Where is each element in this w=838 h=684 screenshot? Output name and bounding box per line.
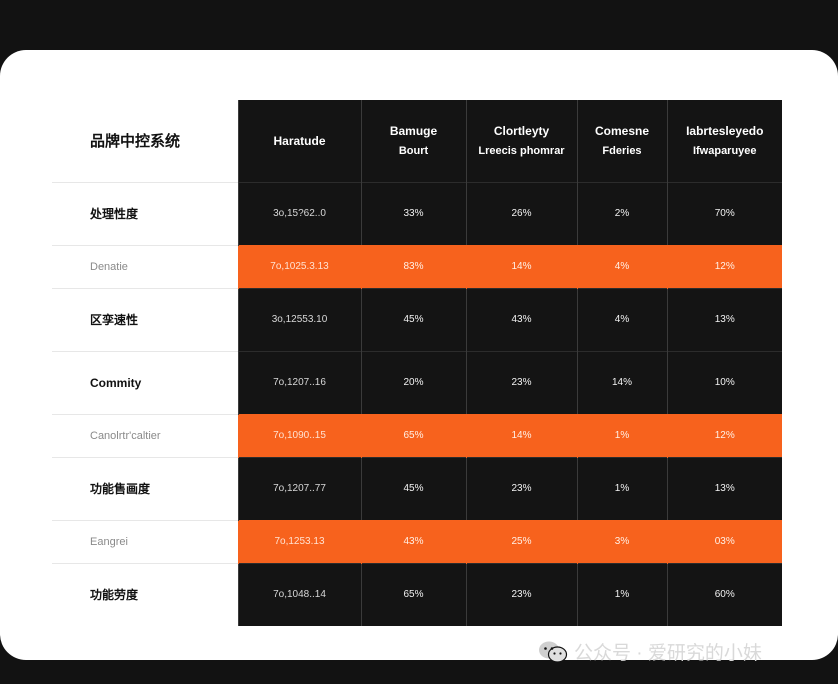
table-cell: 43% bbox=[465, 287, 577, 351]
table-cell: 43% bbox=[360, 520, 466, 563]
table-cell: 23% bbox=[465, 562, 577, 626]
table-cell: 33% bbox=[360, 181, 466, 245]
column-header: Comesne Fderies bbox=[576, 100, 667, 182]
table-cell: 23% bbox=[465, 350, 577, 414]
table-cell: 7o,1048..14 bbox=[237, 562, 361, 626]
table-cell: 3% bbox=[576, 520, 667, 563]
table-row: 功能售画度 7o,1207..77 45% 23% 1% 13% bbox=[52, 456, 782, 520]
column-header: Iabrtesleyedo Ifwaparuyee bbox=[666, 100, 782, 182]
watermark: 公众号 · 爱研究的小妹 bbox=[538, 638, 762, 665]
table-cell: 23% bbox=[465, 456, 577, 520]
wechat-icon bbox=[539, 641, 568, 663]
row-label: Denatie bbox=[52, 244, 238, 288]
table-cell: 1% bbox=[576, 562, 667, 626]
row-label: Canolrtr'caltier bbox=[52, 413, 238, 457]
table-cell: 7o,1253.13 bbox=[237, 520, 361, 563]
table-row: 功能劳度 7o,1048..14 65% 23% 1% 60% bbox=[52, 562, 782, 626]
content-card: 品牌中控系统 Haratude Bamuge Bourt Clortleyty Lr… bbox=[0, 50, 838, 660]
table-row: 处理性度 3o,15?62..0 33% 26% 2% 70% bbox=[52, 181, 782, 245]
table-cell: 3o,12553.10 bbox=[237, 287, 361, 351]
column-header: Haratude bbox=[237, 100, 361, 182]
table-cell: 1% bbox=[576, 456, 667, 520]
table-cell: 7o,1207..77 bbox=[237, 456, 361, 520]
watermark-text: 公众号 · 爱研究的小妹 bbox=[574, 643, 762, 664]
table-cell: 65% bbox=[360, 414, 466, 457]
table-cell: 4% bbox=[576, 245, 667, 288]
table-cell: 7o,1207..16 bbox=[237, 350, 361, 414]
table-cell: 7o,1090..15 bbox=[237, 414, 361, 457]
table-cell: 03% bbox=[666, 520, 782, 563]
table-cell: 7o,1025.3.13 bbox=[237, 245, 361, 288]
table-cell: 2% bbox=[576, 181, 667, 245]
column-header: Clortleyty Lreecis phomrar bbox=[465, 100, 577, 182]
table-cell: 20% bbox=[360, 350, 466, 414]
table-row: 区孪速性 3o,12553.10 45% 43% 4% 13% bbox=[52, 287, 782, 351]
table-cell: 14% bbox=[465, 414, 577, 457]
row-label: Commity bbox=[52, 350, 238, 414]
table-cell: 25% bbox=[465, 520, 577, 563]
row-label: 功能售画度 bbox=[52, 456, 238, 520]
table-cell: 14% bbox=[465, 245, 577, 288]
table-row: Eangrei 7o,1253.13 43% 25% 3% 03% bbox=[52, 519, 782, 563]
row-label: 处理性度 bbox=[52, 181, 238, 245]
table-cell: 13% bbox=[666, 456, 782, 520]
table-cell: 45% bbox=[360, 456, 466, 520]
comparison-table: 品牌中控系统 Haratude Bamuge Bourt Clortleyty Lr… bbox=[52, 100, 782, 626]
table-row: Commity 7o,1207..16 20% 23% 14% 10% bbox=[52, 350, 782, 414]
table-cell: 60% bbox=[666, 562, 782, 626]
table-row: Canolrtr'caltier 7o,1090..15 65% 14% 1% … bbox=[52, 413, 782, 457]
table-cell: 12% bbox=[666, 414, 782, 457]
row-label: 功能劳度 bbox=[52, 562, 238, 626]
row-label: 区孪速性 bbox=[52, 287, 238, 351]
row-label: Eangrei bbox=[52, 519, 238, 563]
table-cell: 45% bbox=[360, 287, 466, 351]
table-row: Denatie 7o,1025.3.13 83% 14% 4% 12% bbox=[52, 244, 782, 288]
table-cell: 70% bbox=[666, 181, 782, 245]
table-cell: 65% bbox=[360, 562, 466, 626]
table-cell: 13% bbox=[666, 287, 782, 351]
table-cell: 12% bbox=[666, 245, 782, 288]
table-cell: 26% bbox=[465, 181, 577, 245]
table-cell: 3o,15?62..0 bbox=[237, 181, 361, 245]
table-header-row: 品牌中控系统 Haratude Bamuge Bourt Clortleyty Lr… bbox=[52, 100, 782, 182]
table-cell: 14% bbox=[576, 350, 667, 414]
table-corner-title: 品牌中控系统 bbox=[52, 100, 238, 182]
table-cell: 4% bbox=[576, 287, 667, 351]
table-cell: 83% bbox=[360, 245, 466, 288]
table-cell: 10% bbox=[666, 350, 782, 414]
table-cell: 1% bbox=[576, 414, 667, 457]
column-header: Bamuge Bourt bbox=[360, 100, 466, 182]
